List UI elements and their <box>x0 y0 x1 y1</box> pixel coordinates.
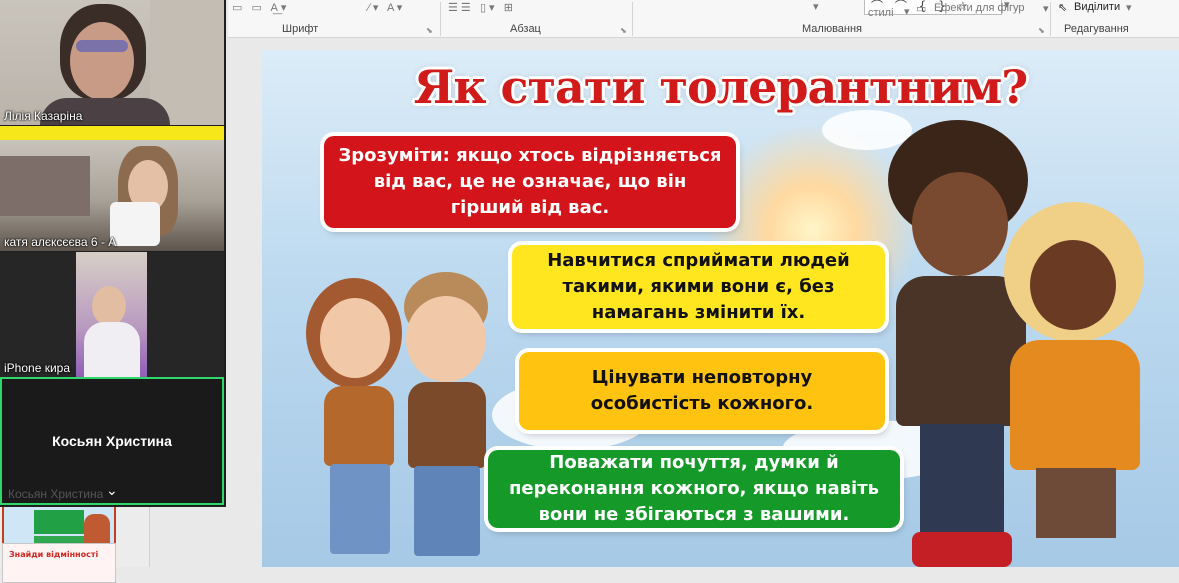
thumbnail-shape <box>34 510 84 534</box>
ribbon-partial-controls[interactable]: ▭ ▭ A͟ ▾ <box>232 1 286 14</box>
dialog-launcher-icon[interactable]: ⬊ <box>620 26 627 35</box>
participant-name: Лілія Казаріна <box>4 109 83 123</box>
chevron-down-icon[interactable]: ▾ <box>904 5 910 18</box>
boy-face <box>406 296 486 382</box>
video-call-panel: Лілія Казаріна катя алєксєєва 6 - А iPho… <box>0 0 226 507</box>
tip-text: Поважати почуття, думки й переконання ко… <box>508 452 880 525</box>
ribbon: ▭ ▭ A͟ ▾ ⁄ ▾ A ▾ Шрифт ⬊ ☰ ☰ ▯ ▾ ⊞ Абзац… <box>228 0 1179 38</box>
tip-text: Зрозуміти: якщо хтось відрізняється від … <box>338 145 722 218</box>
thumbnail-title: Знайди відмінності <box>9 550 99 559</box>
slide-canvas[interactable]: Як стати толерантним? Зрозуміти: якщо хт… <box>262 50 1179 567</box>
participant-name-label: Косьян Христина <box>8 487 104 501</box>
participant-tile[interactable]: iPhone кира <box>0 252 224 377</box>
girl-face <box>320 298 390 378</box>
tip-text: Цінувати неповторну особистість кожного. <box>590 367 814 414</box>
participant-name: iPhone кира <box>4 361 70 375</box>
glasses <box>76 40 128 52</box>
group-label-drawing: Малювання <box>802 23 863 35</box>
participant-name: катя алєксєєва 6 - А <box>4 235 117 249</box>
participant-shirt <box>84 322 140 377</box>
boy-jacket <box>408 382 486 468</box>
group-label-font: Шрифт <box>282 23 319 35</box>
dialog-launcher-icon[interactable]: ⬊ <box>426 26 433 35</box>
ribbon-separator <box>440 2 441 36</box>
group-label-editing: Редагування <box>1064 23 1129 35</box>
tip-bubble-respect[interactable]: Поважати почуття, думки й переконання ко… <box>488 450 900 528</box>
girl-sweater <box>324 386 394 466</box>
tip-text: Навчитися сприймати людей такими, якими … <box>547 250 850 323</box>
curly-boy-pants <box>920 424 1004 534</box>
participant-video <box>76 252 147 377</box>
tip-bubble-understand[interactable]: Зрозуміти: якщо хтось відрізняється від … <box>324 136 736 228</box>
chevron-down-icon[interactable]: ▾ <box>1043 2 1049 15</box>
quick-styles-button[interactable]: стилі <box>868 7 894 19</box>
participant-name-centered: Косьян Христина <box>52 433 172 449</box>
shelf-background <box>0 156 90 216</box>
girl-face-right <box>1030 240 1116 330</box>
mug <box>110 202 160 246</box>
girl-jeans <box>330 464 390 554</box>
chevron-down-icon[interactable]: ▾ <box>1126 1 1132 14</box>
shape-effects-icon: ▭ <box>916 3 927 15</box>
tip-bubble-value[interactable]: Цінувати неповторну особистість кожного. <box>519 352 885 430</box>
slide-title: Як стати толерантним? <box>413 60 1028 114</box>
group-label-paragraph: Абзац <box>510 23 541 35</box>
participant-tile[interactable]: катя алєксєєва 6 - А <box>0 126 224 251</box>
ribbon-separator <box>632 2 633 36</box>
ribbon-paragraph-controls[interactable]: ☰ ☰ ▯ ▾ ⊞ <box>448 1 513 14</box>
chevron-down-icon[interactable]: ⌄ <box>106 483 118 499</box>
select-button[interactable]: Виділити <box>1074 1 1120 13</box>
participant-face <box>70 22 134 100</box>
curly-boy-boots <box>912 532 1012 567</box>
slide-thumbnail-next[interactable]: Знайди відмінності <box>2 543 116 583</box>
orange-coat <box>1010 340 1140 470</box>
boy-jeans <box>414 466 480 556</box>
curly-boy-face <box>912 172 1008 276</box>
girl-in-hood-illustration <box>1000 200 1150 567</box>
participant-face <box>92 286 126 326</box>
chevron-down-icon[interactable]: ▾ <box>813 0 819 13</box>
select-cursor-icon: ⇖ <box>1058 2 1068 14</box>
shape-effects-button[interactable]: Ефекти для фігур <box>934 2 1025 14</box>
ribbon-font-color[interactable]: ⁄ ▾ A ▾ <box>368 1 402 14</box>
brown-pants <box>1036 468 1116 538</box>
tip-bubble-accept[interactable]: Навчитися сприймати людей такими, якими … <box>512 245 885 329</box>
participant-tile-active-speaker[interactable]: Косьян Христина Косьян Христина ⌄ <box>0 377 224 505</box>
participant-tile[interactable]: Лілія Казаріна <box>0 0 224 125</box>
dialog-launcher-icon[interactable]: ⬊ <box>1038 26 1045 35</box>
ribbon-separator <box>1050 2 1051 36</box>
yellow-strip <box>0 126 224 140</box>
